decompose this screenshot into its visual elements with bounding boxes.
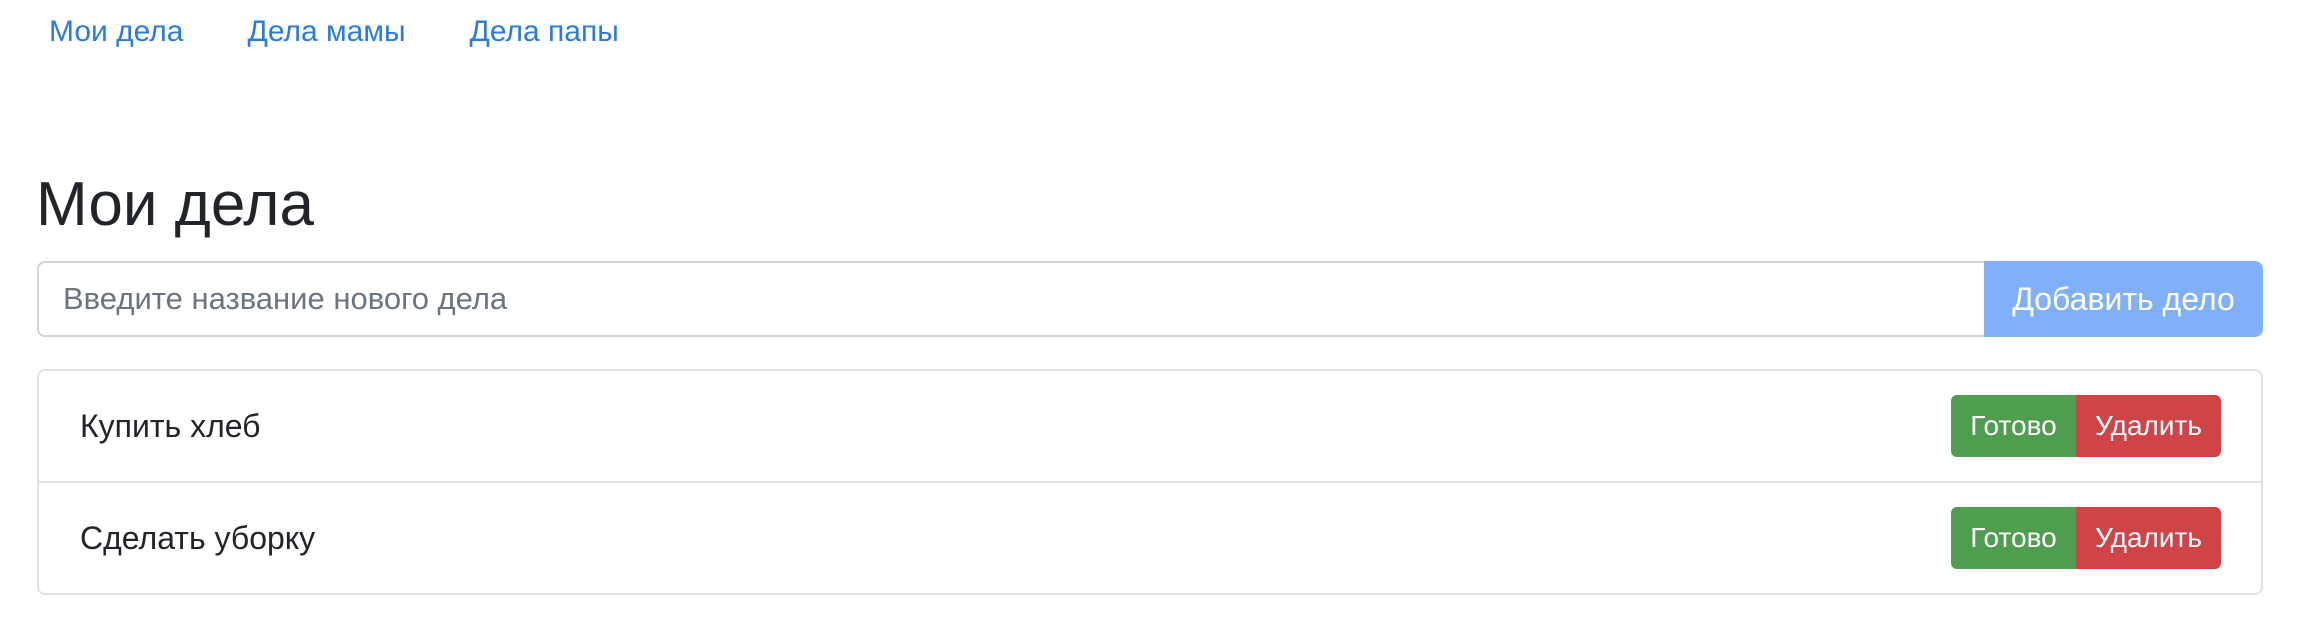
new-task-input[interactable] (37, 261, 1984, 337)
delete-button[interactable]: Удалить (2076, 395, 2221, 457)
done-button[interactable]: Готово (1951, 395, 2076, 457)
task-text: Купить хлеб (80, 407, 261, 444)
add-task-button[interactable]: Добавить дело (1984, 261, 2263, 337)
task-list: Купить хлеб Готово Удалить Сделать уборк… (37, 369, 2263, 595)
task-item: Сделать уборку Готово Удалить (39, 483, 2261, 593)
task-actions: Готово Удалить (1951, 395, 2221, 457)
done-button[interactable]: Готово (1951, 507, 2076, 569)
add-task-form: Добавить дело (37, 261, 2263, 337)
delete-button[interactable]: Удалить (2076, 507, 2221, 569)
nav-link-my-tasks[interactable]: Мои дела (49, 17, 184, 47)
nav-link-mom-tasks[interactable]: Дела мамы (248, 17, 406, 47)
task-actions: Готово Удалить (1951, 507, 2221, 569)
nav-link-dad-tasks[interactable]: Дела папы (470, 17, 619, 47)
task-text: Сделать уборку (80, 519, 316, 556)
task-item: Купить хлеб Готово Удалить (39, 371, 2261, 483)
page-title: Мои дела (36, 170, 314, 239)
top-nav: Мои дела Дела мамы Дела папы (49, 0, 683, 64)
